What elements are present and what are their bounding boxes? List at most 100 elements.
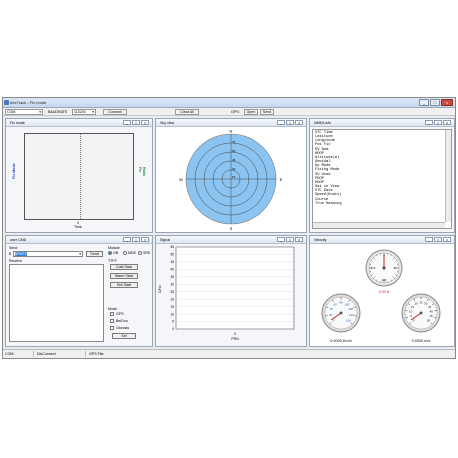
sky-view-title: Sky view xyxy=(160,121,175,125)
nmea-info-panel: NMEA info _ □ x UTC Time Latitude Longitud… xyxy=(309,118,455,233)
module-radio-gb[interactable] xyxy=(108,251,112,255)
status-divider xyxy=(33,351,34,357)
panel-close-button[interactable]: x xyxy=(443,120,451,125)
signal-y-tick: 40 xyxy=(170,268,174,272)
panel-maximize-button[interactable]: □ xyxy=(132,237,140,242)
app-icon xyxy=(4,100,9,105)
gauge-tick-label: 100 xyxy=(344,302,349,306)
panel-minimize-button[interactable]: _ xyxy=(123,120,131,125)
kmh-readout: 0.0000 Km/h xyxy=(330,339,352,343)
signal-header: Signal _ □ x xyxy=(156,236,306,244)
nmea-info-list: UTC Time Latitude Longitude Pos Fix SV Num HD… xyxy=(312,129,452,229)
compass-tick-label: 90 xyxy=(393,266,397,270)
panel-minimize-button[interactable]: _ xyxy=(123,237,131,242)
port-value: COM xyxy=(7,110,16,114)
module-radio-mde[interactable] xyxy=(123,251,127,255)
panel-maximize-button[interactable]: □ xyxy=(434,237,442,242)
mode-checkbox-beidou[interactable] xyxy=(110,319,114,323)
signal-title: Signal xyxy=(160,238,170,242)
sky-ring-label: 60 xyxy=(232,149,236,153)
baudrate-value: 115200 xyxy=(74,110,86,114)
mode-option-glonass: Glonass xyxy=(116,326,130,330)
status-gps-file: GPS File: xyxy=(89,352,105,356)
sky-view-chart: N S W E 75 60 45 30 15 xyxy=(179,129,283,232)
clear-all-button[interactable]: Clear All xyxy=(175,109,199,115)
velocity-panel: Velocity _ □ x 0 90 180 270 0.00 N xyxy=(309,235,455,347)
maximize-button[interactable]: □ xyxy=(430,99,440,106)
gauge-tick-label: 60 xyxy=(334,302,338,306)
cold-start-button[interactable]: Cold Start xyxy=(110,264,138,270)
fix-mode-panel: Fix mode _ □ x Fix Mode Ratio Fix 0 Time xyxy=(5,118,153,233)
signal-panel: Signal _ □ x 55 50 45 40 35 30 25 20 15 10 5 0 C/No… xyxy=(155,235,307,347)
cmd-send-button[interactable]: Send xyxy=(86,251,103,257)
gauge-tick-label: 10 xyxy=(409,309,413,313)
panel-close-button[interactable]: x xyxy=(141,120,149,125)
nmea-horizontal-scrollbar[interactable] xyxy=(313,222,445,228)
module-radio-sre[interactable] xyxy=(138,251,142,255)
status-bar: COM: DisConnect GPS File: xyxy=(3,349,455,358)
minimize-button[interactable]: _ xyxy=(419,99,429,106)
user-cmd-header: user CMD _ □ x xyxy=(6,236,152,244)
cmd-input[interactable]: $PMTK ▾ xyxy=(13,251,83,257)
mode-checkbox-glonass[interactable] xyxy=(110,326,114,330)
module-label: Module xyxy=(108,246,120,250)
connect-button[interactable]: Connect xyxy=(103,109,127,115)
signal-y-tick: 20 xyxy=(170,297,174,301)
warm-start-button[interactable]: Warm Start xyxy=(110,273,138,279)
open-button[interactable]: Open xyxy=(244,109,258,115)
signal-y-tick: 10 xyxy=(170,312,174,316)
panel-minimize-button[interactable]: _ xyxy=(425,237,433,242)
fix-mode-title: Fix mode xyxy=(10,121,25,125)
fix-mode-right-axis-label: Ratio Fix xyxy=(138,167,146,176)
velocity-header: Velocity _ □ x xyxy=(310,236,454,244)
signal-chart: 5550454035302520151050 C/No 0 PRN xyxy=(158,245,295,341)
baudrate-label: BAUDRATE xyxy=(48,110,68,114)
heading-readout: 0.00 N xyxy=(379,290,390,294)
receive-textarea[interactable] xyxy=(9,264,104,342)
velocity-title: Velocity xyxy=(314,238,327,242)
status-com: COM: xyxy=(5,352,15,356)
panel-close-button[interactable]: x xyxy=(295,120,303,125)
kmh-gauge-hub xyxy=(339,311,343,315)
panel-maximize-button[interactable]: □ xyxy=(286,120,294,125)
panel-maximize-button[interactable]: □ xyxy=(434,120,442,125)
ttff-label: TTFF xyxy=(108,259,117,263)
mode-checkbox-gps[interactable] xyxy=(110,312,114,316)
hot-start-button[interactable]: Hot Start xyxy=(110,282,138,288)
mode-option-beidou: BeiDou xyxy=(116,319,128,323)
sky-west-label: W xyxy=(179,177,183,182)
panel-maximize-button[interactable]: □ xyxy=(132,120,140,125)
set-button[interactable]: Set xyxy=(112,333,136,339)
panel-close-button[interactable]: x xyxy=(443,237,451,242)
panel-close-button[interactable]: x xyxy=(141,237,149,242)
send-group-label: Send xyxy=(9,246,18,250)
panel-minimize-button[interactable]: _ xyxy=(277,120,285,125)
sky-ring-label: 45 xyxy=(232,158,236,162)
user-cmd-title: user CMD xyxy=(10,238,27,242)
panel-close-button[interactable]: x xyxy=(295,237,303,242)
gauge-tick-label: 40 xyxy=(430,309,434,313)
fix-mode-left-axis-label: Fix Mode xyxy=(12,163,16,179)
baudrate-select[interactable]: 115200 ▾ xyxy=(72,109,96,115)
signal-y-tick: 5 xyxy=(172,320,174,324)
sky-ring-label: 30 xyxy=(232,167,236,171)
panel-minimize-button[interactable]: _ xyxy=(425,120,433,125)
gauge-tick-label: 40 xyxy=(330,307,334,311)
gauge-tick-label: 140 xyxy=(349,313,354,317)
signal-y-tick: 45 xyxy=(170,260,174,264)
sky-ring-label: 15 xyxy=(232,175,236,179)
mode-option-gps: GPS xyxy=(116,312,124,316)
gauge-tick-label: 160 xyxy=(346,318,351,322)
port-select[interactable]: COM ▾ xyxy=(5,109,43,115)
heading-compass: 0 90 180 270 0.00 N xyxy=(365,249,403,294)
panel-maximize-button[interactable]: □ xyxy=(286,237,294,242)
fix-mode-header: Fix mode _ □ x xyxy=(6,119,152,127)
compass-tick-label: 180 xyxy=(382,278,387,282)
receive-label: Receive xyxy=(9,259,22,263)
panel-minimize-button[interactable]: _ xyxy=(277,237,285,242)
close-button[interactable]: x xyxy=(441,99,453,106)
nmea-vertical-scrollbar[interactable] xyxy=(445,130,451,222)
send-button[interactable]: Send xyxy=(260,109,274,115)
cmd-prefix: $ xyxy=(9,252,11,256)
title-bar: mtxTrack - Fix mode _ □ x xyxy=(3,98,455,108)
